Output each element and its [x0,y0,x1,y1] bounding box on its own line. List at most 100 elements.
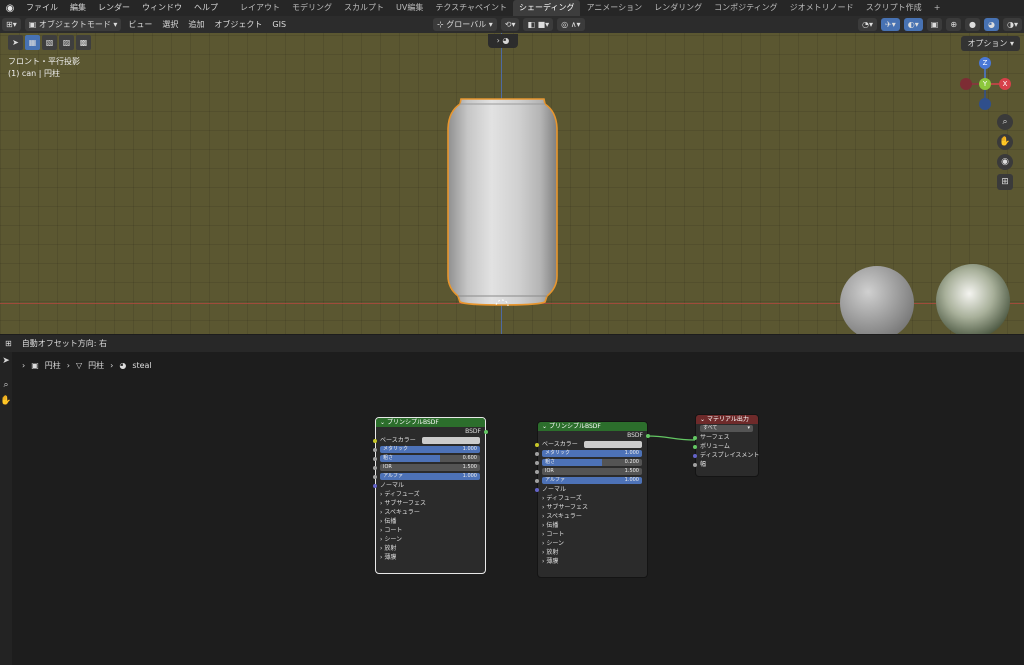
panel-subsurface[interactable]: › サブサーフェス [538,503,647,512]
mode-dropdown[interactable]: ▣ オブジェクトモード ▾ [24,18,122,31]
menu-help[interactable]: ヘルプ [188,0,224,16]
pan-hand-icon[interactable]: ✋ [997,134,1013,150]
panel-subsurface[interactable]: › サブサーフェス [376,499,485,508]
roughness-field[interactable]: 粗さ 0.200 [542,459,642,466]
metallic-field[interactable]: メタリック 1.000 [542,450,642,457]
surface-socket[interactable] [693,436,697,440]
menu-view[interactable]: ビュー [123,19,157,30]
zoom-tool-icon[interactable]: ⌕ [0,380,12,390]
editor-type-button[interactable]: ⊞▾ [2,18,21,31]
panel-thin-film[interactable]: › 薄膜 [376,553,485,562]
breadcrumb-mesh[interactable]: 円柱 [88,360,104,371]
tab-rendering[interactable]: レンダリング [648,0,708,16]
displacement-socket[interactable] [693,454,697,458]
perspective-toggle-icon[interactable]: ⊞ [997,174,1013,190]
panel-coat[interactable]: › コート [538,530,647,539]
select-tool-icon[interactable]: ➤ [0,356,12,366]
base-color-swatch[interactable] [584,441,642,448]
metallic-socket[interactable] [535,452,539,456]
base-color-socket[interactable] [373,439,377,443]
visibility-icon[interactable]: ◔▾ [858,18,878,31]
overlay-toggle-icon[interactable]: ◐▾ [903,18,923,31]
gizmo-neg-z-axis[interactable] [979,98,991,110]
principled-bsdf-node-2[interactable]: ⌄ プリンシプルBSDF BSDF ベースカラー メタリック 1.000 粗さ 0.… [535,421,650,578]
tab-geometry-nodes[interactable]: ジオメトリノード [784,0,860,16]
tab-shading[interactable]: シェーディング [513,0,581,16]
menu-select[interactable]: 選択 [157,19,183,30]
tab-compositing[interactable]: コンポジティング [708,0,784,16]
node-title[interactable]: ⌄ プリンシプルBSDF [538,422,647,431]
volume-socket[interactable] [693,445,697,449]
add-workspace-button[interactable]: + [928,0,947,16]
thickness-socket[interactable] [693,463,697,467]
ior-socket[interactable] [373,466,377,470]
bsdf-output-socket[interactable] [646,434,650,438]
target-dropdown[interactable]: すべて ▾ [700,425,753,432]
xray-toggle-icon[interactable]: ▣ [926,18,943,31]
panel-thin-film[interactable]: › 薄膜 [538,557,647,566]
panel-transmission[interactable]: › 伝播 [376,517,485,526]
menu-file[interactable]: ファイル [20,0,64,16]
pivot-icon[interactable]: ⟲▾ [500,18,520,31]
gizmo-x-axis[interactable]: X [999,78,1011,90]
breadcrumb-material[interactable]: steal [132,361,151,370]
panel-emission[interactable]: › 放射 [538,548,647,557]
ior-socket[interactable] [535,470,539,474]
gizmo-neg-x-axis[interactable] [960,78,972,90]
tab-animation[interactable]: アニメーション [580,0,648,16]
base-color-swatch[interactable] [422,437,480,444]
select-cursor-icon[interactable]: ➤ [8,35,23,50]
breadcrumb-object[interactable]: 円柱 [45,360,61,371]
principled-bsdf-node-1[interactable]: ⌄ プリンシプルBSDF BSDF ベースカラー メタリック 1.000 粗さ 0.… [373,417,488,574]
panel-diffuse[interactable]: › ディフューズ [376,490,485,499]
tab-layout[interactable]: レイアウト [234,0,286,16]
menu-edit[interactable]: 編集 [64,0,92,16]
alpha-socket[interactable] [535,479,539,483]
menu-window[interactable]: ウィンドウ [136,0,188,16]
tab-uv-editing[interactable]: UV編集 [390,0,429,16]
gizmo-z-axis[interactable]: Z [979,57,991,69]
tab-scripting[interactable]: スクリプト作成 [860,0,928,16]
gizmo-toggle-icon[interactable]: ✈▾ [881,18,900,31]
navigation-gizmo[interactable]: Z Y X [958,56,1011,110]
menu-render[interactable]: レンダー [92,0,136,16]
tab-modeling[interactable]: モデリング [286,0,338,16]
can-object[interactable] [447,98,558,306]
menu-add[interactable]: 追加 [183,19,209,30]
select-subtract-icon[interactable]: ▨ [59,35,74,50]
select-new-icon[interactable]: ▦ [25,35,40,50]
3d-viewport[interactable]: ⊞▾ ▣ オブジェクトモード ▾ ビュー 選択 追加 オブジェクト GIS ⊹ … [0,16,1024,334]
proportional-edit-icon[interactable]: ◎ ∧▾ [557,18,585,31]
bsdf-output-socket[interactable] [484,430,488,434]
alpha-socket[interactable] [373,475,377,479]
panel-diffuse[interactable]: › ディフューズ [538,494,647,503]
alpha-field[interactable]: アルファ 1.000 [380,473,480,480]
blender-logo-icon[interactable]: ◉ [0,3,20,14]
metallic-socket[interactable] [373,448,377,452]
tab-sculpt[interactable]: スカルプト [338,0,390,16]
select-invert-icon[interactable]: ▩ [76,35,91,50]
panel-coat[interactable]: › コート [376,526,485,535]
shading-rendered-icon[interactable]: ◑▾ [1003,18,1022,31]
roughness-field[interactable]: 粗さ 0.600 [380,455,480,462]
metallic-field[interactable]: メタリック 1.000 [380,446,480,453]
roughness-socket[interactable] [373,457,377,461]
shading-material-icon[interactable]: ◕ [984,18,999,31]
snap-icon[interactable]: ◧ ■▾ [523,18,554,31]
editor-type-icon[interactable]: ⊞ [0,339,17,348]
node-title[interactable]: ⌄ マテリアル出力 [696,415,758,424]
zoom-icon[interactable]: ⌕ [997,114,1013,130]
panel-sheen[interactable]: › シーン [376,535,485,544]
normal-socket[interactable] [535,488,539,492]
base-color-socket[interactable] [535,443,539,447]
shading-solid-icon[interactable]: ● [965,18,981,31]
node-title[interactable]: ⌄ プリンシプルBSDF [376,418,485,427]
roughness-socket[interactable] [535,461,539,465]
menu-gis[interactable]: GIS [267,20,291,29]
panel-sheen[interactable]: › シーン [538,539,647,548]
options-dropdown[interactable]: オプション ▾ [961,36,1020,51]
tab-texture-paint[interactable]: テクスチャペイント [429,0,513,16]
material-output-node[interactable]: ⌄ マテリアル出力 すべて ▾ サーフェス ボリューム ディスプレイスメント 幅 [693,414,759,477]
alpha-field[interactable]: アルファ 1.000 [542,477,642,484]
select-extend-icon[interactable]: ▧ [42,35,57,50]
